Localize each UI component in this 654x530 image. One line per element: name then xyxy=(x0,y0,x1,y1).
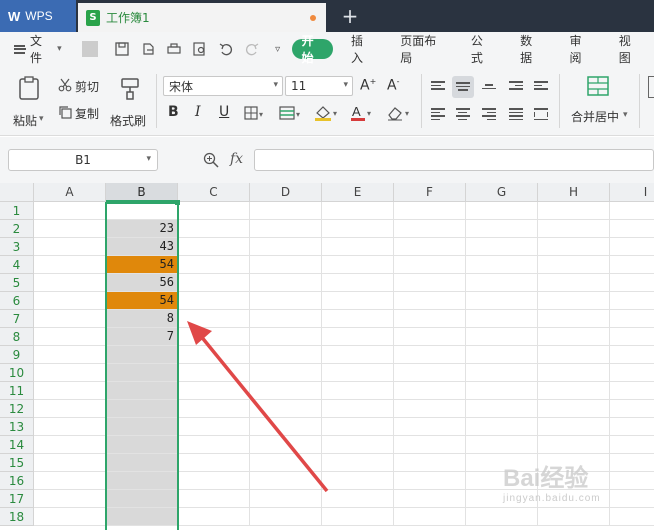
fill-color-icon[interactable]: ▾ xyxy=(314,105,342,124)
cut-label: 剪切 xyxy=(75,80,100,94)
file-menu[interactable]: 文件 ▾ xyxy=(14,32,62,66)
tab-review[interactable]: 审阅 xyxy=(555,34,604,65)
menu-bar: 文件 ▾ ▿ 开始 插入 页面布局 公式 数据 审阅 视图 xyxy=(0,32,654,66)
separator xyxy=(639,74,640,128)
paintbrush-icon xyxy=(119,76,141,103)
paste-label: 粘贴 xyxy=(13,114,38,128)
name-box[interactable]: B1 ▾ xyxy=(8,149,158,171)
font-name-select[interactable]: 宋体 ▾ xyxy=(163,76,283,96)
align-right-icon[interactable] xyxy=(482,108,496,120)
formula-input[interactable] xyxy=(254,149,654,171)
watermark-url: jingyan.baidu.com xyxy=(503,493,601,504)
align-top-icon[interactable] xyxy=(431,81,445,93)
svg-text:A: A xyxy=(352,104,361,119)
underline-icon[interactable]: U xyxy=(219,104,229,120)
baidu-jingyan-watermark: Bai经验 jingyan.baidu.com xyxy=(503,458,601,504)
insert-function-button[interactable]: fx xyxy=(230,151,243,167)
more-tools-icon[interactable] xyxy=(648,76,654,98)
tab-data[interactable]: 数据 xyxy=(506,34,555,65)
chevron-down-icon: ▾ xyxy=(623,110,628,120)
ribbon-toolbar: 粘贴 ▾ 剪切 复制 格式刷 宋体 ▾ 11 ▾ A+ A- B I U ▾ ▾ xyxy=(0,66,654,136)
decrease-indent-icon[interactable] xyxy=(509,81,523,93)
chevron-down-icon: ▾ xyxy=(343,80,348,90)
svg-text:▾: ▾ xyxy=(367,109,371,118)
zoom-icon[interactable] xyxy=(203,152,219,172)
export-icon[interactable] xyxy=(140,41,156,57)
bold-icon[interactable]: B xyxy=(168,104,179,120)
align-bottom-icon[interactable] xyxy=(482,81,496,93)
print-preview-icon[interactable] xyxy=(192,41,208,57)
wps-home-tab[interactable]: W WPS xyxy=(0,0,76,32)
customize-dropdown-icon[interactable]: ▿ xyxy=(270,41,286,57)
decrease-font-size-icon[interactable]: A- xyxy=(387,77,399,94)
merge-center-button[interactable]: 合并居中 ▾ xyxy=(566,74,632,130)
fill-pattern-icon[interactable]: ▾ xyxy=(279,106,305,123)
separator xyxy=(421,74,422,128)
formula-bar: B1 ▾ fx xyxy=(0,137,654,183)
svg-text:▾: ▾ xyxy=(259,110,263,119)
paste-button[interactable]: 粘贴 ▾ xyxy=(10,72,46,130)
save-icon[interactable] xyxy=(114,41,130,57)
copy-icon xyxy=(58,105,72,122)
svg-text:▾: ▾ xyxy=(296,110,300,119)
border-icon[interactable]: ▾ xyxy=(244,106,266,123)
clear-format-icon[interactable]: ▾ xyxy=(386,105,414,124)
cut-button[interactable]: 剪切 xyxy=(58,78,99,95)
tab-formulas[interactable]: 公式 xyxy=(457,34,506,65)
tab-view[interactable]: 视图 xyxy=(605,34,654,65)
tab-insert[interactable]: 插入 xyxy=(337,34,386,65)
italic-icon[interactable]: I xyxy=(195,104,201,120)
tab-start[interactable]: 开始 xyxy=(291,34,333,65)
chevron-down-icon: ▾ xyxy=(146,154,151,164)
quick-access-toolbar: ▿ xyxy=(76,41,286,57)
spreadsheet-icon: S xyxy=(86,9,100,26)
font-size-select[interactable]: 11 ▾ xyxy=(285,76,353,96)
font-name-value: 宋体 xyxy=(169,79,194,94)
font-size-value: 11 xyxy=(291,79,307,93)
file-menu-label: 文件 xyxy=(30,34,43,65)
svg-text:▾: ▾ xyxy=(333,109,337,118)
print-icon[interactable] xyxy=(166,41,182,57)
unsaved-dot-icon xyxy=(310,15,316,21)
new-tab-button[interactable]: + xyxy=(338,3,362,29)
ribbon-tabs: 开始 插入 页面布局 公式 数据 审阅 视图 xyxy=(291,34,654,65)
justify-icon[interactable] xyxy=(509,108,523,120)
tab-page-layout[interactable]: 页面布局 xyxy=(386,34,457,65)
title-bar: W WPS S 工作簿1 + xyxy=(0,0,654,32)
chevron-down-icon: ▾ xyxy=(273,80,278,90)
merge-center-label: 合并居中 xyxy=(571,110,620,124)
watermark-brand: Bai经验 xyxy=(503,465,589,492)
name-box-value: B1 xyxy=(75,153,91,167)
svg-text:▾: ▾ xyxy=(405,109,409,118)
align-left-icon[interactable] xyxy=(431,108,445,120)
document-tab[interactable]: S 工作簿1 xyxy=(78,3,326,32)
font-color-icon[interactable]: A ▾ xyxy=(350,104,376,125)
align-middle-icon[interactable] xyxy=(456,81,470,93)
separator xyxy=(156,74,157,128)
separator xyxy=(559,74,560,128)
chevron-down-icon: ▾ xyxy=(57,44,62,54)
copy-button[interactable]: 复制 xyxy=(58,105,99,122)
format-painter-label: 格式刷 xyxy=(110,114,147,128)
copy-label: 复制 xyxy=(75,107,100,121)
separator xyxy=(81,41,98,57)
format-painter-button[interactable]: 格式刷 xyxy=(110,72,150,130)
align-center-icon[interactable] xyxy=(456,108,470,120)
document-name: 工作簿1 xyxy=(106,11,150,25)
wps-label: WPS xyxy=(25,9,53,23)
undo-icon[interactable] xyxy=(218,41,234,57)
wps-logo-icon: W xyxy=(8,8,21,24)
increase-indent-icon[interactable] xyxy=(534,81,548,93)
distributed-icon[interactable] xyxy=(534,108,548,120)
increase-font-size-icon[interactable]: A+ xyxy=(360,77,376,94)
redo-icon[interactable] xyxy=(244,41,260,57)
hamburger-icon xyxy=(14,44,27,54)
merge-cells-icon xyxy=(587,76,609,99)
chevron-down-icon: ▾ xyxy=(39,114,44,124)
clipboard-icon xyxy=(18,76,40,103)
scissors-icon xyxy=(58,78,72,95)
